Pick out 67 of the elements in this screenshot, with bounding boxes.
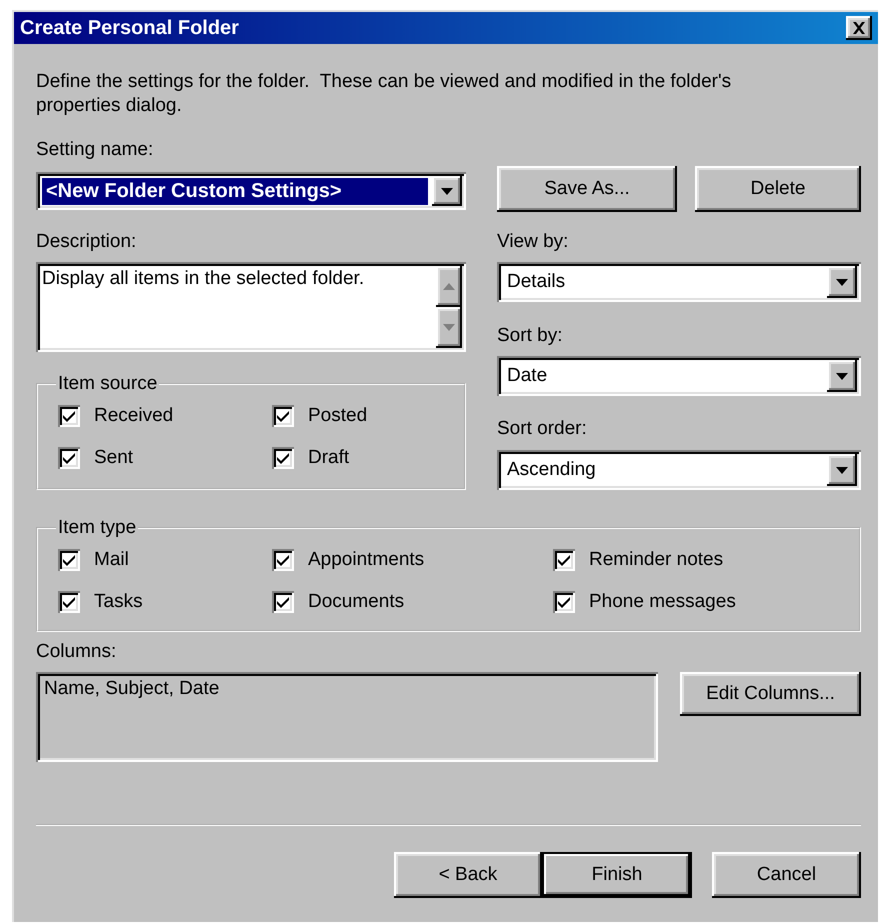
check-icon: [276, 452, 290, 464]
checkbox-label: Posted: [308, 405, 368, 427]
check-icon: [276, 410, 290, 422]
field-label: Setting name:: [36, 138, 154, 162]
check-icon: [557, 554, 571, 566]
caret-icon: [836, 278, 848, 286]
checkbox-label: Received: [94, 405, 174, 427]
up-arrow-icon: [443, 283, 455, 290]
columns-field: Name, Subject, Date: [36, 672, 658, 762]
checkbox[interactable]: [58, 591, 80, 613]
scrollbar[interactable]: [436, 266, 462, 348]
checkbox-label: Draft: [308, 447, 350, 469]
intro-text: Define the settings for the folder. These can be viewed and modified in the folder's properties dialog.: [36, 70, 732, 118]
checkbox-label: Mail: [94, 549, 129, 571]
checkbox-label: Sent: [94, 447, 134, 469]
checkbox[interactable]: [58, 405, 80, 427]
checkbox[interactable]: [272, 591, 294, 613]
edit-columns-button[interactable]: Edit Columns...: [680, 672, 861, 716]
down-arrow-icon: [443, 324, 455, 331]
save-as-button[interactable]: Save As...: [497, 166, 677, 212]
dropdown-button[interactable]: [827, 360, 857, 392]
field-label: Columns:: [36, 640, 118, 664]
check-icon: [276, 554, 290, 566]
field-label: Sort by:: [497, 324, 564, 348]
back-button[interactable]: < Back: [394, 852, 542, 898]
field-label: Description:: [36, 230, 138, 254]
dropdown[interactable]: Details: [497, 262, 861, 302]
scroll-up-button[interactable]: [436, 266, 462, 307]
checkbox[interactable]: [272, 549, 294, 571]
check-icon: [62, 596, 76, 608]
check-icon: [557, 596, 571, 608]
checkbox-label: Appointments: [308, 549, 424, 571]
group-title: Item source: [57, 374, 158, 394]
caret-icon: [836, 372, 848, 380]
checkbox[interactable]: [58, 447, 80, 469]
checkbox[interactable]: [553, 591, 575, 613]
dropdown-button[interactable]: [432, 176, 462, 206]
checkbox[interactable]: [58, 549, 80, 571]
delete-button[interactable]: Delete: [695, 166, 861, 212]
group-title: Item type: [57, 518, 138, 538]
dropdown-button[interactable]: [827, 454, 857, 486]
finish-button[interactable]: Finish: [542, 852, 692, 898]
caret-icon: [836, 466, 848, 474]
caret-icon: [441, 188, 453, 194]
field-label: Sort order:: [497, 417, 588, 441]
checkbox-label: Documents: [308, 591, 404, 613]
checkbox[interactable]: [553, 549, 575, 571]
cancel-button[interactable]: Cancel: [712, 852, 861, 898]
dropdown[interactable]: Date: [497, 356, 861, 396]
window-title: Create Personal Folder: [20, 16, 239, 40]
check-icon: [62, 410, 76, 422]
close-button[interactable]: [846, 16, 872, 40]
check-icon: [276, 596, 290, 608]
checkbox-label: Tasks: [94, 591, 143, 613]
check-icon: [62, 452, 76, 464]
checkbox-label: Reminder notes: [589, 549, 724, 571]
close-icon: [852, 22, 866, 34]
dropdown-button[interactable]: [827, 266, 857, 298]
check-icon: [62, 554, 76, 566]
field-label: View by:: [497, 230, 570, 254]
checkbox[interactable]: [272, 405, 294, 427]
checkbox[interactable]: [272, 447, 294, 469]
scroll-down-button[interactable]: [436, 307, 462, 348]
description-field[interactable]: Display all items in the selected folder.: [36, 262, 466, 352]
dropdown[interactable]: Ascending: [497, 450, 861, 490]
checkbox-label: Phone messages: [589, 591, 736, 613]
dropdown[interactable]: <New Folder Custom Settings>: [36, 172, 466, 210]
